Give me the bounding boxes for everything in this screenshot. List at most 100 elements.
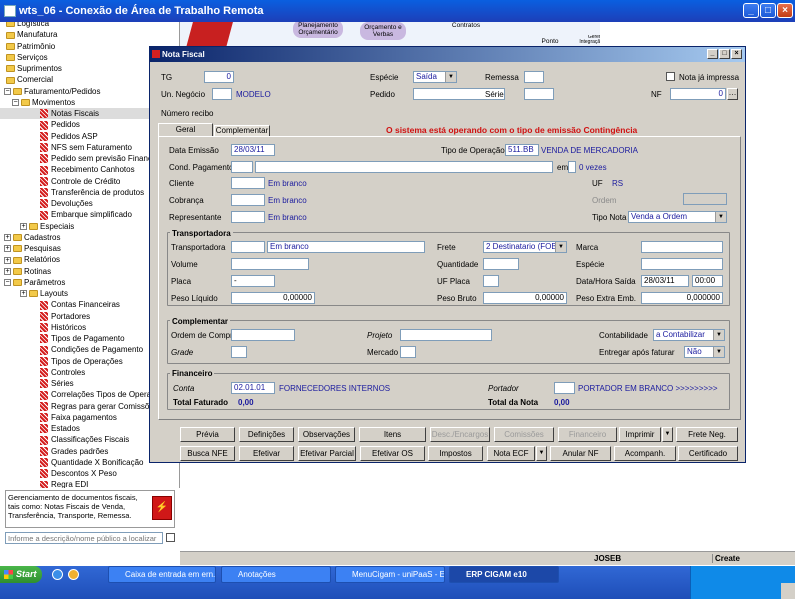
desc-encargos-button[interactable]: Desc./Encargos <box>430 427 490 442</box>
tree-expander-icon[interactable]: + <box>4 256 11 264</box>
tree-item[interactable]: Controles <box>0 367 85 378</box>
tree-item[interactable]: NFS sem Faturamento <box>0 142 132 153</box>
tree-folder[interactable]: + Layouts <box>0 288 68 299</box>
nf-lookup-button[interactable]: … <box>727 88 738 100</box>
anular-nf-button[interactable]: Anular NF <box>550 446 611 461</box>
itens-button[interactable]: Itens <box>359 427 426 442</box>
tree-folder[interactable]: − Parâmetros <box>0 277 65 288</box>
quantidade-field[interactable] <box>483 258 519 270</box>
tab-complementar[interactable]: Complementar <box>214 125 270 136</box>
nf-number-field[interactable]: 0 <box>670 88 726 100</box>
remessa-field[interactable] <box>524 71 544 83</box>
grade-field[interactable] <box>231 346 247 358</box>
entregar-select[interactable]: Não <box>684 346 725 358</box>
tree-folder[interactable]: Serviços <box>0 52 48 63</box>
rdp-close-icon[interactable]: × <box>777 3 793 18</box>
efetivar-parcial-button[interactable]: Efetivar Parcial <box>298 446 356 461</box>
tree-expander-icon[interactable]: + <box>4 267 11 275</box>
tree-expander-icon[interactable]: + <box>4 234 11 242</box>
tree-item[interactable]: Contas Financeiras <box>0 299 120 310</box>
tree-item[interactable]: Transferência de produtos <box>0 187 144 198</box>
nota-ecf-dropdown-icon[interactable]: ▼ <box>536 446 547 461</box>
volume-field[interactable] <box>231 258 309 270</box>
task-menucigam[interactable]: MenuCigam - uniPaaS - E... <box>335 566 445 583</box>
tree-expander-icon[interactable]: − <box>12 99 19 107</box>
tree-expander-icon[interactable]: + <box>20 222 27 230</box>
tab-geral[interactable]: Geral <box>158 123 213 136</box>
observa-es-button[interactable]: Observações <box>298 427 355 442</box>
frete-neg-button[interactable]: Frete Neg. <box>676 427 738 442</box>
tree-expander-icon[interactable]: + <box>4 245 11 253</box>
efetivar-os-button[interactable]: Efetivar OS <box>360 446 425 461</box>
rdp-minimize-icon[interactable]: _ <box>743 3 759 18</box>
tree-folder[interactable]: − Faturamento/Pedidos <box>0 86 101 97</box>
tipo-nota-select[interactable]: Venda a Ordem <box>628 211 727 223</box>
representante-field[interactable] <box>231 211 265 223</box>
tree-item[interactable]: Tipos de Pagamento <box>0 333 125 344</box>
tree-expander-icon[interactable]: − <box>4 279 11 287</box>
tree-item[interactable]: Pedidos <box>0 119 80 130</box>
nota-ecf-button[interactable]: Nota ECF <box>487 446 535 461</box>
tree-folder[interactable]: + Relatórios <box>0 254 60 265</box>
tree-folder[interactable]: + Especiais <box>0 221 74 232</box>
placa-field[interactable]: - <box>231 275 275 287</box>
especie2-field[interactable] <box>641 258 723 270</box>
acompanh-button[interactable]: Acompanh. <box>614 446 676 461</box>
tree-folder[interactable]: − Movimentos <box>0 97 75 108</box>
transportadora-field[interactable] <box>231 241 265 253</box>
taskbar-scrollbar[interactable] <box>781 583 795 599</box>
tree-item[interactable]: Pedido sem previsão Finance <box>0 153 156 164</box>
nf-minimize-icon[interactable]: _ <box>707 49 718 59</box>
peso-bruto-field[interactable]: 0,00000 <box>483 292 567 304</box>
tree-folder[interactable]: Comercial <box>0 74 53 85</box>
impostos-button[interactable]: Impostos <box>428 446 483 461</box>
tree-folder[interactable]: Manufatura <box>0 29 57 40</box>
start-button[interactable]: Start <box>0 566 42 583</box>
defini-es-button[interactable]: Definições <box>239 427 294 442</box>
hora-saida-field[interactable]: 00:00 <box>692 275 723 287</box>
cobranca-field[interactable] <box>231 194 265 206</box>
financeiro-button[interactable]: Financeiro <box>558 427 617 442</box>
tipo-operacao-field[interactable]: 511.BB <box>505 144 539 156</box>
efetivar-button[interactable]: Efetivar <box>239 446 294 461</box>
tree-item[interactable]: Séries <box>0 378 74 389</box>
tree-folder[interactable]: Suprimentos <box>0 63 62 74</box>
tree-item[interactable]: Estados <box>0 423 80 434</box>
tree-folder[interactable]: + Rotinas <box>0 266 51 277</box>
peso-extra-field[interactable]: 0,000000 <box>641 292 723 304</box>
quick-launch-ie-icon[interactable] <box>52 569 63 580</box>
tree-item[interactable]: Condições de Pagamento <box>0 344 143 355</box>
tree-item[interactable]: Portadores <box>0 311 90 322</box>
tree-item[interactable]: Descontos X Peso <box>0 468 117 479</box>
uf-placa-field[interactable] <box>483 275 499 287</box>
vezes-field[interactable] <box>568 161 576 173</box>
task-anotacoes[interactable]: Anotações <box>221 566 331 583</box>
tree-item[interactable]: Grades padrões <box>0 446 108 457</box>
data-saida-field[interactable]: 28/03/11 <box>641 275 689 287</box>
especie-select[interactable]: Saída <box>413 71 457 83</box>
tree-item[interactable]: Faixa pagamentos <box>0 412 117 423</box>
tree-item[interactable]: Quantidade X Bonificação <box>0 457 144 468</box>
imprimir-button[interactable]: Imprimir <box>619 427 661 442</box>
imprimir-dropdown-icon[interactable]: ▼ <box>662 427 673 442</box>
task-erp-cigam[interactable]: ERP CIGAM e10 <box>449 566 559 583</box>
busca-nfe-button[interactable]: Busca NFE <box>180 446 235 461</box>
mercado-field[interactable] <box>400 346 416 358</box>
conta-field[interactable]: 02.01.01 <box>231 382 275 394</box>
task-caixa-entrada[interactable]: Caixa de entrada em ern... <box>108 566 216 583</box>
tree-item[interactable]: Devoluções <box>0 198 93 209</box>
tree-item[interactable]: Históricos <box>0 322 86 333</box>
cond-pagamento-field[interactable] <box>231 161 253 173</box>
tree-folder[interactable]: Patrimônio <box>0 41 55 52</box>
nota-impressa-checkbox[interactable] <box>666 72 675 81</box>
portador-field[interactable] <box>554 382 575 394</box>
tree-folder[interactable]: Logística <box>0 22 49 29</box>
projeto-field[interactable] <box>400 329 492 341</box>
certificado-button[interactable]: Certificado <box>678 446 738 461</box>
tree-expander-icon[interactable]: − <box>4 87 11 95</box>
nf-maximize-icon[interactable]: □ <box>719 49 730 59</box>
tree-item[interactable]: Embarque simplificado <box>0 209 132 220</box>
peso-liquido-field[interactable]: 0,00000 <box>231 292 315 304</box>
tree-search-checkbox[interactable] <box>166 533 175 542</box>
tree-item[interactable]: Correlações Tipos de Operaç <box>0 389 155 400</box>
